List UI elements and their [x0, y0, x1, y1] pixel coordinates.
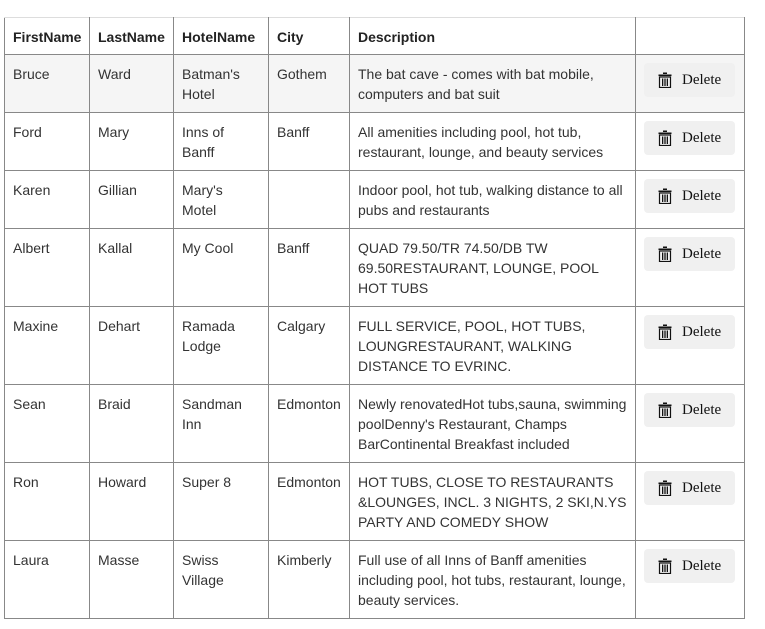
header-city: City — [268, 17, 350, 55]
delete-button[interactable]: Delete — [644, 471, 735, 505]
table-row: Sean Braid Sandman Inn Edmonton Newly re… — [4, 384, 745, 463]
cell-lastname: Ward — [89, 54, 174, 113]
cell-actions: Delete — [635, 170, 745, 229]
cell-actions: Delete — [635, 112, 745, 171]
cell-firstname: Sean — [4, 384, 90, 463]
cell-hotelname: My Cool — [173, 228, 269, 307]
cell-lastname: Mary — [89, 112, 174, 171]
cell-firstname: Albert — [4, 228, 90, 307]
trash-icon — [658, 324, 672, 340]
cell-description: All amenities including pool, hot tub, r… — [349, 112, 636, 171]
trash-icon — [658, 188, 672, 204]
delete-label: Delete — [682, 129, 722, 146]
delete-button[interactable]: Delete — [644, 179, 735, 213]
trash-icon — [658, 402, 672, 418]
delete-button[interactable]: Delete — [644, 121, 735, 155]
delete-label: Delete — [682, 401, 722, 418]
cell-city: Banff — [268, 112, 350, 171]
cell-city: Edmonton — [268, 384, 350, 463]
table-row: Albert Kallal My Cool Banff QUAD 79.50/T… — [4, 228, 745, 307]
cell-firstname: Ford — [4, 112, 90, 171]
cell-lastname: Braid — [89, 384, 174, 463]
header-hotelname: HotelName — [173, 17, 269, 55]
trash-icon — [658, 130, 672, 146]
cell-city — [268, 170, 350, 229]
trash-icon — [658, 480, 672, 496]
table-row: Karen Gillian Mary's Motel Indoor pool, … — [4, 170, 745, 229]
cell-firstname: Maxine — [4, 306, 90, 385]
cell-description: The bat cave - comes with bat mobile, co… — [349, 54, 636, 113]
header-firstname: FirstName — [4, 17, 90, 55]
cell-lastname: Kallal — [89, 228, 174, 307]
cell-hotelname: Mary's Motel — [173, 170, 269, 229]
cell-description: QUAD 79.50/TR 74.50/DB TW 69.50RESTAURAN… — [349, 228, 636, 307]
header-lastname: LastName — [89, 17, 174, 55]
header-row: FirstName LastName HotelName City Descri… — [4, 17, 745, 55]
delete-label: Delete — [682, 187, 722, 204]
cell-firstname: Laura — [4, 540, 90, 619]
cell-description: Indoor pool, hot tub, walking distance t… — [349, 170, 636, 229]
cell-lastname: Dehart — [89, 306, 174, 385]
cell-city: Gothem — [268, 54, 350, 113]
cell-description: Full use of all Inns of Banff amenities … — [349, 540, 636, 619]
delete-button[interactable]: Delete — [644, 237, 735, 271]
trash-icon — [658, 246, 672, 262]
cell-city: Calgary — [268, 306, 350, 385]
hotels-table: FirstName LastName HotelName City Descri… — [4, 17, 745, 619]
table-row: Laura Masse Swiss Village Kimberly Full … — [4, 540, 745, 619]
cell-hotelname: Super 8 — [173, 462, 269, 541]
cell-lastname: Howard — [89, 462, 174, 541]
cell-description: HOT TUBS, CLOSE TO RESTAURANTS &LOUNGES,… — [349, 462, 636, 541]
table-row: Ron Howard Super 8 Edmonton HOT TUBS, CL… — [4, 462, 745, 541]
delete-label: Delete — [682, 557, 722, 574]
cell-city: Banff — [268, 228, 350, 307]
cell-firstname: Bruce — [4, 54, 90, 113]
header-description: Description — [349, 17, 636, 55]
delete-button[interactable]: Delete — [644, 393, 735, 427]
cell-city: Edmonton — [268, 462, 350, 541]
delete-label: Delete — [682, 245, 722, 262]
cell-description: Newly renovatedHot tubs,sauna, swimming … — [349, 384, 636, 463]
trash-icon — [658, 558, 672, 574]
delete-label: Delete — [682, 479, 722, 496]
cell-city: Kimberly — [268, 540, 350, 619]
cell-actions: Delete — [635, 228, 745, 307]
cell-hotelname: Sandman Inn — [173, 384, 269, 463]
cell-actions: Delete — [635, 462, 745, 541]
cell-description: FULL SERVICE, POOL, HOT TUBS, LOUNGRESTA… — [349, 306, 636, 385]
cell-hotelname: Ramada Lodge — [173, 306, 269, 385]
delete-label: Delete — [682, 323, 722, 340]
cell-actions: Delete — [635, 54, 745, 113]
cell-lastname: Masse — [89, 540, 174, 619]
cell-firstname: Ron — [4, 462, 90, 541]
table-row: Bruce Ward Batman's Hotel Gothem The bat… — [4, 54, 745, 113]
cell-firstname: Karen — [4, 170, 90, 229]
cell-actions: Delete — [635, 540, 745, 619]
header-actions — [635, 17, 745, 55]
delete-label: Delete — [682, 71, 722, 88]
cell-actions: Delete — [635, 384, 745, 463]
trash-icon — [658, 72, 672, 88]
cell-actions: Delete — [635, 306, 745, 385]
delete-button[interactable]: Delete — [644, 549, 735, 583]
table-row: Maxine Dehart Ramada Lodge Calgary FULL … — [4, 306, 745, 385]
delete-button[interactable]: Delete — [644, 315, 735, 349]
cell-lastname: Gillian — [89, 170, 174, 229]
cell-hotelname: Swiss Village — [173, 540, 269, 619]
table-row: Ford Mary Inns of Banff Banff All amenit… — [4, 112, 745, 171]
cell-hotelname: Batman's Hotel — [173, 54, 269, 113]
delete-button[interactable]: Delete — [644, 63, 735, 97]
cell-hotelname: Inns of Banff — [173, 112, 269, 171]
